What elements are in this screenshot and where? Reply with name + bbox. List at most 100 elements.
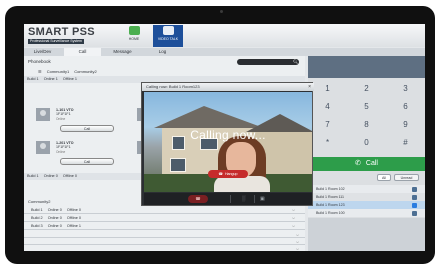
build-name: Build 1 <box>31 208 43 212</box>
contact-call-button[interactable]: Call <box>60 158 114 165</box>
dialog-title-bar: Calling now: Build 1 Room123 × <box>142 83 314 91</box>
empty-row: ⌵ <box>24 231 305 238</box>
key-7[interactable]: 7 <box>308 116 347 134</box>
call-log-label: Build 1 Room 111 <box>316 195 345 199</box>
calling-status: Calling now... <box>190 128 266 142</box>
tab-log[interactable]: Log <box>144 48 181 56</box>
hangup-button[interactable]: ☎ Hangup <box>208 170 248 178</box>
end-call-button[interactable]: ☎ <box>188 195 208 203</box>
online-count: Online 0 <box>47 208 62 212</box>
build-name: Build 1 <box>27 77 39 81</box>
chevron-down-icon[interactable]: ⌵ <box>292 222 295 230</box>
phone-icon[interactable] <box>412 194 417 200</box>
call-log-item-selected[interactable]: Build 1 Room 123 <box>308 201 425 209</box>
empty-row: ⌵ <box>24 245 305 251</box>
phone-icon: ✆ <box>355 160 361 167</box>
video-talk-label: VIDEO TALK <box>157 37 179 41</box>
avatar <box>36 108 50 121</box>
calling-dialog: Calling now: Build 1 Room123 × Calling n… <box>141 82 314 206</box>
chevron-down-icon[interactable]: ⌵ <box>296 238 299 245</box>
app-screen: SMART PSS Professional Surveillance Syst… <box>24 24 425 251</box>
video-talk-icon <box>162 26 174 35</box>
phone-icon[interactable] <box>412 186 417 192</box>
dialog-toolbar: ☎ ░ ▣ <box>144 193 312 205</box>
build-row[interactable]: Build 1 Online 0 Offline 0 ⌵ <box>24 206 305 214</box>
filter-unread-button[interactable]: Unread <box>394 174 419 181</box>
home-icon <box>128 26 140 35</box>
tab-bar: Live/Dev Call Message Log <box>24 48 425 56</box>
contact-id: 1F1F1F1 <box>56 145 71 149</box>
phonebook-search-input[interactable]: 🔍︎ <box>237 59 299 65</box>
key-9[interactable]: 9 <box>386 116 425 134</box>
key-6[interactable]: 6 <box>386 98 425 116</box>
key-8[interactable]: 8 <box>347 116 386 134</box>
visitor-body <box>214 176 270 192</box>
build-name: Build 2 <box>31 216 43 220</box>
build-name: Build 1 <box>27 174 39 178</box>
key-hash[interactable]: # <box>386 134 425 152</box>
contact-id: 1F1F1F1 <box>56 112 71 116</box>
contact-card: 1-101 VTO 1F1F1F1 Online Call <box>36 108 132 142</box>
community-tabs: ☰ Community1 Community2 <box>38 69 101 74</box>
offline-count: Offline 0 <box>66 216 81 220</box>
call-log-label: Build 1 Room 123 <box>316 203 345 207</box>
key-star[interactable]: * <box>308 134 347 152</box>
contact-state: Online <box>56 117 66 121</box>
community-tab-2[interactable]: Community2 <box>74 69 96 74</box>
key-5[interactable]: 5 <box>347 98 386 116</box>
offline-count: Offline 1 <box>62 77 77 81</box>
build-name: Build 3 <box>31 224 43 228</box>
divider <box>254 195 255 203</box>
build-row[interactable]: Build 3 Online 0 Offline 1 ⌵ <box>24 222 305 230</box>
call-log-item[interactable]: Build 1 Room 100 <box>308 209 425 217</box>
online-count: Online 1 <box>43 77 58 81</box>
close-icon[interactable]: × <box>308 83 311 91</box>
phonebook-title: Phonebook <box>28 59 51 64</box>
empty-row: ⌵ <box>24 238 305 245</box>
key-2[interactable]: 2 <box>347 80 386 98</box>
phone-icon[interactable] <box>412 202 417 208</box>
camera-icon[interactable]: ▣ <box>260 195 270 203</box>
call-button[interactable]: ✆ Call <box>308 157 425 171</box>
key-0[interactable]: 0 <box>347 134 386 152</box>
phone-icon[interactable] <box>412 210 417 216</box>
key-4[interactable]: 4 <box>308 98 347 116</box>
offline-count: Offline 0 <box>66 208 81 212</box>
app-header: SMART PSS Professional Surveillance Syst… <box>24 24 425 47</box>
tab-call[interactable]: Call <box>64 48 101 56</box>
contact-card: 1-201 VTO 1F1F1F1 Online Call <box>36 141 132 175</box>
online-count: Online 0 <box>47 216 62 220</box>
video-talk-button[interactable]: VIDEO TALK <box>153 25 183 47</box>
contact-call-button[interactable]: Call <box>60 125 114 132</box>
video-feed: Calling now... ☎ Hangup <box>144 92 312 192</box>
app-logo-subtitle: Professional Surveillance System <box>28 39 84 44</box>
chevron-down-icon[interactable]: ⌵ <box>292 206 295 214</box>
dialog-title: Calling now: Build 1 Room123 <box>146 84 200 89</box>
home-button[interactable]: HOME <box>119 25 149 47</box>
chevron-down-icon[interactable]: ⌵ <box>292 214 295 222</box>
chevron-down-icon[interactable]: ⌵ <box>296 245 299 251</box>
mic-icon[interactable]: ░ <box>242 195 248 203</box>
tab-live-dev[interactable]: Live/Dev <box>24 48 61 56</box>
search-icon: 🔍︎ <box>292 59 298 64</box>
dialpad-panel: 1 2 3 4 5 6 7 8 9 * 0 # ✆ Call All Unread… <box>308 56 425 251</box>
tab-message[interactable]: Message <box>104 48 141 56</box>
hangup-icon: ☎ <box>218 172 223 176</box>
call-button-label: Call <box>365 160 378 167</box>
filter-all-button[interactable]: All <box>377 174 391 181</box>
chevron-down-icon[interactable]: ⌵ <box>296 231 299 238</box>
build-row[interactable]: Build 2 Online 0 Offline 0 ⌵ <box>24 214 305 222</box>
divider <box>230 195 231 203</box>
filter-icon[interactable]: ☰ <box>38 69 42 74</box>
hangup-label: Hangup <box>224 172 238 176</box>
call-log-item[interactable]: Build 1 Room 111 <box>308 193 425 201</box>
app-logo: SMART PSS <box>28 26 95 38</box>
community2-title: Community2 <box>28 199 51 204</box>
community-tab-1[interactable]: Community1 <box>47 69 69 74</box>
key-3[interactable]: 3 <box>386 80 425 98</box>
avatar <box>36 141 50 154</box>
call-log-item[interactable]: Build 1 Room 102 <box>308 185 425 193</box>
call-log-label: Build 1 Room 100 <box>316 211 345 215</box>
online-count: Online 0 <box>43 174 58 178</box>
tablet-frame: SMART PSS Professional Surveillance Syst… <box>5 6 435 264</box>
